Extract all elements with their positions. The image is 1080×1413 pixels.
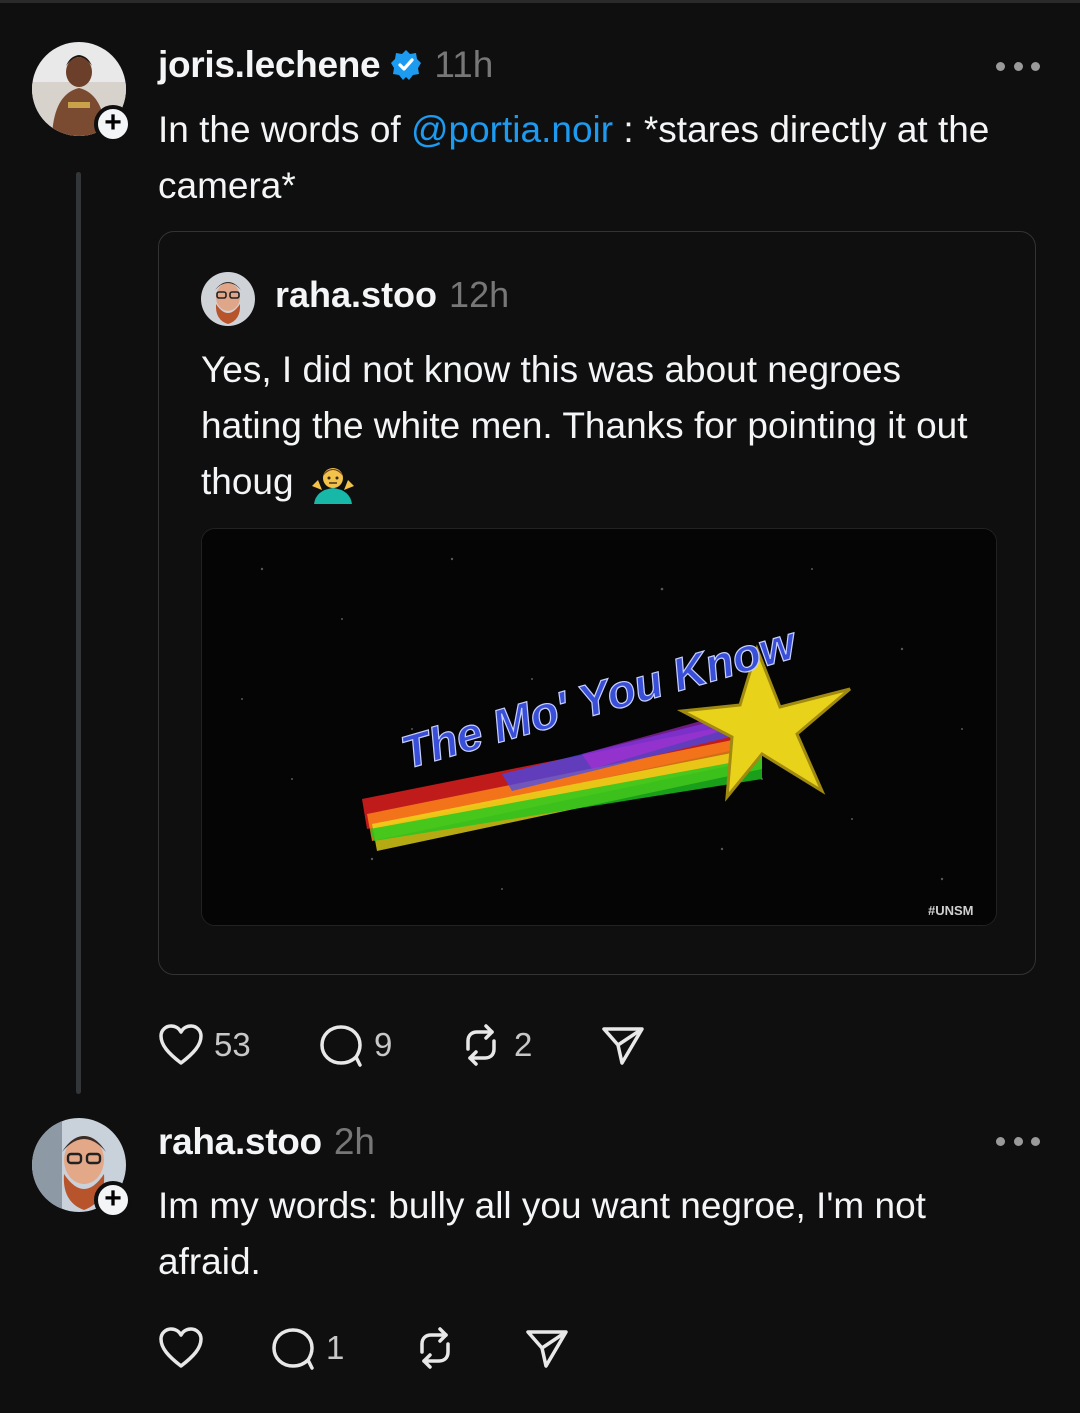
quote-text: Yes, I did not know this was about negro… (201, 342, 1001, 510)
quote-time: 12h (449, 274, 510, 315)
username[interactable]: raha.stoo (158, 1121, 322, 1163)
send-icon (526, 1330, 568, 1368)
repost-button[interactable]: 2 (458, 1023, 600, 1067)
reply-count: 9 (374, 1026, 393, 1063)
post-actions: 1 (158, 1326, 570, 1370)
more-icon[interactable] (996, 1137, 1040, 1149)
like-count: 53 (214, 1026, 251, 1063)
username[interactable]: joris.lechene (158, 44, 381, 86)
post-time: 2h (333, 1121, 375, 1162)
reply-count: 1 (326, 1329, 345, 1366)
like-button[interactable] (158, 1326, 270, 1370)
reply-button[interactable]: 9 (318, 1023, 458, 1067)
share-button[interactable] (600, 1023, 646, 1067)
post-time: 11h (434, 44, 494, 85)
repost-icon (466, 1024, 496, 1066)
heart-icon (159, 1327, 203, 1368)
thread-line (76, 172, 81, 1094)
post-text: Im my words: bully all you want negroe, … (158, 1185, 926, 1282)
person-shrugging-emoji-icon (311, 468, 354, 505)
repost-count: 2 (514, 1026, 533, 1063)
quoted-post[interactable]: raha.stoo 12h Yes, I did not know this w… (158, 231, 1036, 975)
verified-badge-icon (391, 50, 422, 80)
follow-plus-icon[interactable]: + (94, 1181, 132, 1219)
comment-icon (272, 1328, 314, 1370)
repost-button[interactable] (412, 1326, 524, 1370)
mention-link[interactable]: @portia.noir (411, 109, 613, 150)
post-text: In the words of @portia.noir : *stares d… (158, 109, 990, 206)
follow-plus-icon[interactable]: + (94, 105, 132, 143)
quote-username[interactable]: raha.stoo (275, 274, 437, 316)
reply-button[interactable]: 1 (270, 1326, 412, 1370)
share-button[interactable] (524, 1326, 570, 1370)
gif-watermark: #UNSM (928, 903, 974, 918)
top-divider (0, 0, 1080, 3)
comment-icon (320, 1025, 362, 1067)
more-icon[interactable] (996, 62, 1040, 74)
post-header: joris.lechene 11h (158, 44, 493, 86)
repost-icon (420, 1327, 450, 1369)
quote-avatar[interactable] (201, 272, 255, 326)
media-gif[interactable]: The Mo' You Know #UNSM (201, 528, 997, 926)
post-header: raha.stoo 2h (158, 1121, 375, 1163)
send-icon (602, 1027, 644, 1065)
heart-icon (159, 1024, 203, 1065)
quote-header: raha.stoo 12h (275, 274, 509, 316)
like-button[interactable]: 53 (158, 1023, 318, 1067)
post-actions: 53 9 2 (158, 1023, 646, 1067)
